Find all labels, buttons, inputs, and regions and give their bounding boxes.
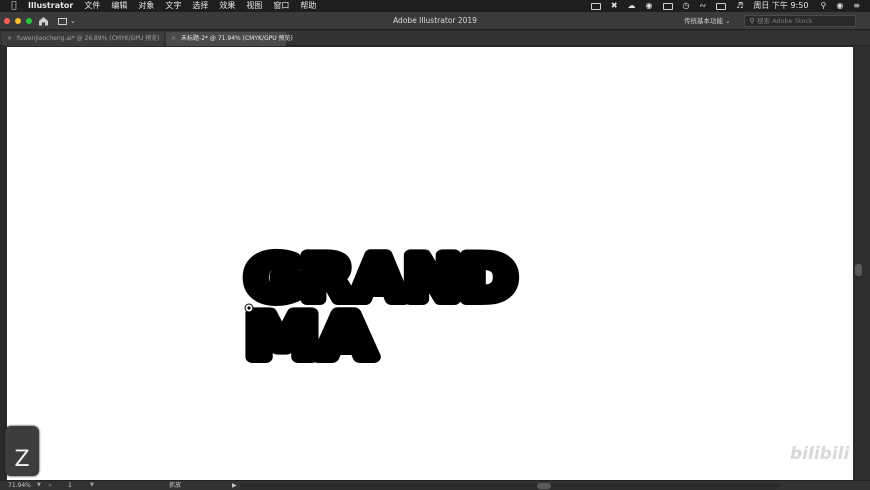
artwork-line-ma: MA: [246, 302, 375, 367]
artboard[interactable]: GRAND MA: [7, 47, 853, 480]
zoom-window-button[interactable]: [26, 18, 32, 24]
menu-type[interactable]: 文字: [165, 0, 181, 12]
notification-center-icon[interactable]: ≡: [853, 0, 860, 12]
creative-cloud-icon[interactable]: ◉: [646, 0, 653, 12]
volume-icon[interactable]: ♬: [736, 0, 743, 12]
spotlight-icon[interactable]: ⚲: [820, 0, 826, 12]
layout-grid-icon: [58, 17, 67, 25]
app-control-bar: ⌄ Adobe Illustrator 2019 传统基本功能 ⌄ ⚲: [0, 12, 870, 30]
chevron-down-icon: ⌄: [725, 17, 731, 25]
cloud-sync-icon[interactable]: ☁: [628, 0, 636, 12]
key-press-badge: Z: [5, 426, 39, 476]
horizontal-scroll-thumb[interactable]: [537, 483, 551, 489]
wifi-icon[interactable]: ∾: [700, 0, 707, 12]
horizontal-scrollbar[interactable]: [240, 483, 780, 489]
menu-window[interactable]: 窗口: [273, 0, 289, 12]
status-bar: 71.94% ▼ « 1 ▼ 抓放 ▶: [0, 480, 870, 490]
hand-cursor-icon: [244, 303, 254, 313]
window-title: Adobe Illustrator 2019: [393, 16, 477, 25]
clock-icon[interactable]: ◷: [683, 0, 690, 12]
keyboard-icon[interactable]: [662, 2, 673, 10]
chevron-down-icon: ⌄: [70, 17, 76, 25]
tab-fuwenjiaocheng[interactable]: × fuwenjiaocheng.ai* @ 26.89% (CMYK/GPU 预…: [2, 32, 164, 46]
menu-edit[interactable]: 编辑: [111, 0, 127, 12]
search-input[interactable]: [757, 17, 847, 25]
menu-select[interactable]: 选择: [192, 0, 208, 12]
grandma-artwork[interactable]: GRAND MA: [232, 227, 532, 367]
menu-object[interactable]: 对象: [138, 0, 154, 12]
chevron-down-icon[interactable]: ▼: [37, 481, 41, 490]
tool-status: 抓放: [169, 482, 182, 489]
close-icon[interactable]: ×: [171, 35, 176, 42]
canvas-area[interactable]: GRAND MA: [0, 46, 870, 480]
menu-help[interactable]: 帮助: [300, 0, 316, 12]
battery-icon[interactable]: [716, 2, 727, 10]
menu-view[interactable]: 视图: [246, 0, 262, 12]
play-icon[interactable]: ▶: [232, 481, 237, 490]
tab-label: 未标题-2* @ 71.94% (CMYK/GPU 预览): [181, 35, 293, 42]
bilibili-watermark: bilibili: [790, 444, 850, 464]
menu-file[interactable]: 文件: [84, 0, 100, 12]
app-menu[interactable]: Illustrator: [28, 0, 73, 12]
vertical-scroll-thumb[interactable]: [855, 264, 862, 276]
minimize-window-button[interactable]: [15, 18, 21, 24]
vertical-scrollbar[interactable]: [854, 46, 870, 480]
arrange-documents-button[interactable]: ⌄: [58, 16, 80, 26]
close-app-icon[interactable]: ✖: [611, 0, 618, 12]
status-tray: ✖ ☁ ◉ ◷ ∾ ♬ 周日 下午 9:50 ⚲ ◉ ≡: [590, 0, 870, 12]
chevron-down-icon[interactable]: ▼: [90, 481, 94, 490]
close-icon[interactable]: ×: [7, 35, 12, 42]
zoom-level[interactable]: 71.94%: [8, 481, 31, 490]
apple-icon[interactable]: : [9, 0, 19, 12]
app-window:  Illustrator 文件 编辑 对象 文字 选择 效果 视图 窗口 帮助…: [0, 0, 870, 490]
tab-untitled-2[interactable]: × 未标题-2* @ 71.94% (CMYK/GPU 预览): [166, 32, 293, 46]
siri-icon[interactable]: ◉: [836, 0, 843, 12]
workspace-switcher[interactable]: 传统基本功能 ⌄: [684, 16, 731, 26]
artboard-nav-first-icon[interactable]: «: [48, 481, 52, 490]
workspace-label: 传统基本功能: [684, 17, 723, 25]
document-tabs: × fuwenjiaocheng.ai* @ 26.89% (CMYK/GPU 预…: [0, 31, 870, 46]
menu-clock[interactable]: 周日 下午 9:50: [753, 0, 808, 12]
search-icon: ⚲: [749, 17, 755, 25]
menu-effect[interactable]: 效果: [219, 0, 235, 12]
screen-record-icon[interactable]: [590, 2, 601, 10]
adobe-stock-search[interactable]: ⚲: [744, 15, 856, 27]
menu-bar:  Illustrator 文件 编辑 对象 文字 选择 效果 视图 窗口 帮助…: [0, 0, 870, 12]
tab-label: fuwenjiaocheng.ai* @ 26.89% (CMYK/GPU 预览…: [17, 35, 160, 42]
home-icon[interactable]: [38, 16, 49, 26]
close-window-button[interactable]: [4, 18, 10, 24]
